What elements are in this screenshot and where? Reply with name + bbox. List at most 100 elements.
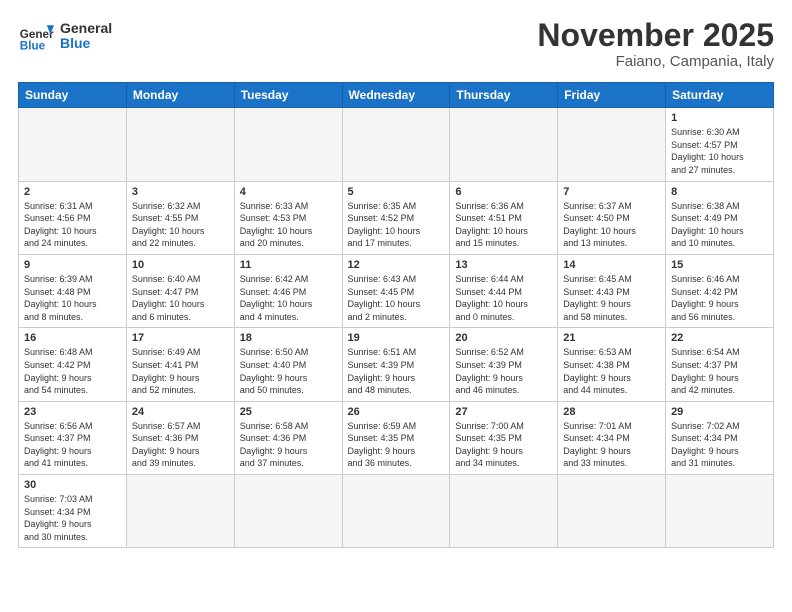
day-number: 7 [563,186,660,198]
weekday-header-tuesday: Tuesday [234,83,342,108]
calendar-cell [342,475,450,548]
day-info: Sunrise: 6:51 AM Sunset: 4:39 PM Dayligh… [348,346,445,396]
day-number: 19 [348,332,445,344]
day-info: Sunrise: 7:02 AM Sunset: 4:34 PM Dayligh… [671,420,768,470]
logo-blue: Blue [60,36,112,51]
day-number: 14 [563,259,660,271]
day-info: Sunrise: 6:58 AM Sunset: 4:36 PM Dayligh… [240,420,337,470]
calendar-cell [558,475,666,548]
calendar-cell: 14Sunrise: 6:45 AM Sunset: 4:43 PM Dayli… [558,254,666,327]
calendar-cell: 10 Sunrise: 6:40 AM Sunset: 4:47 PM Dayli… [126,254,234,327]
calendar-cell: 21 Sunrise: 6:53 AM Sunset: 4:38 PM Dayli… [558,328,666,401]
calendar-cell: 13Sunrise: 6:44 AM Sunset: 4:44 PM Dayli… [450,254,558,327]
calendar-week-row: 16Sunrise: 6:48 AM Sunset: 4:42 PM Dayli… [19,328,774,401]
month-title: November 2025 [537,18,774,53]
day-number: 6 [455,186,552,198]
calendar-cell [126,475,234,548]
location-title: Faiano, Campania, Italy [537,53,774,70]
day-info: Sunrise: 6:49 AM Sunset: 4:41 PM Dayligh… [132,346,229,396]
calendar-cell: 30Sunrise: 7:03 AM Sunset: 4:34 PM Dayli… [19,475,127,548]
calendar-cell: 6 Sunrise: 6:36 AM Sunset: 4:51 PM Daylig… [450,181,558,254]
calendar-week-row: 23 Sunrise: 6:56 AM Sunset: 4:37 PM Dayli… [19,401,774,474]
calendar-cell: 28 Sunrise: 7:01 AM Sunset: 4:34 PM Dayli… [558,401,666,474]
weekday-header-row: SundayMondayTuesdayWednesdayThursdayFrid… [19,83,774,108]
calendar-cell: 20Sunrise: 6:52 AM Sunset: 4:39 PM Dayli… [450,328,558,401]
day-info: Sunrise: 6:32 AM Sunset: 4:55 PM Dayligh… [132,200,229,250]
svg-text:Blue: Blue [20,40,46,53]
day-info: Sunrise: 6:36 AM Sunset: 4:51 PM Dayligh… [455,200,552,250]
calendar-cell [450,108,558,181]
calendar-cell [666,475,774,548]
day-number: 21 [563,332,660,344]
weekday-header-sunday: Sunday [19,83,127,108]
day-info: Sunrise: 6:37 AM Sunset: 4:50 PM Dayligh… [563,200,660,250]
calendar-cell: 1 Sunrise: 6:30 AM Sunset: 4:57 PM Daylig… [666,108,774,181]
day-number: 29 [671,406,768,418]
day-info: Sunrise: 7:01 AM Sunset: 4:34 PM Dayligh… [563,420,660,470]
weekday-header-wednesday: Wednesday [342,83,450,108]
day-info: Sunrise: 6:48 AM Sunset: 4:42 PM Dayligh… [24,346,121,396]
day-number: 28 [563,406,660,418]
day-number: 1 [671,112,768,124]
logo-general: General [60,21,112,36]
calendar-cell: 19 Sunrise: 6:51 AM Sunset: 4:39 PM Dayli… [342,328,450,401]
day-number: 27 [455,406,552,418]
calendar-cell: 11 Sunrise: 6:42 AM Sunset: 4:46 PM Dayli… [234,254,342,327]
day-info: Sunrise: 6:50 AM Sunset: 4:40 PM Dayligh… [240,346,337,396]
day-number: 30 [24,479,121,491]
calendar-cell: 17 Sunrise: 6:49 AM Sunset: 4:41 PM Dayli… [126,328,234,401]
calendar-cell: 26 Sunrise: 6:59 AM Sunset: 4:35 PM Dayli… [342,401,450,474]
calendar-cell [342,108,450,181]
day-number: 18 [240,332,337,344]
day-number: 3 [132,186,229,198]
day-number: 12 [348,259,445,271]
day-number: 10 [132,259,229,271]
day-number: 5 [348,186,445,198]
calendar-cell: 4Sunrise: 6:33 AM Sunset: 4:53 PM Daylig… [234,181,342,254]
calendar-cell: 27 Sunrise: 7:00 AM Sunset: 4:35 PM Dayli… [450,401,558,474]
weekday-header-thursday: Thursday [450,83,558,108]
day-info: Sunrise: 7:00 AM Sunset: 4:35 PM Dayligh… [455,420,552,470]
calendar-cell: 18 Sunrise: 6:50 AM Sunset: 4:40 PM Dayli… [234,328,342,401]
day-number: 13 [455,259,552,271]
day-number: 11 [240,259,337,271]
logo-icon: General Blue [18,18,54,54]
day-info: Sunrise: 6:46 AM Sunset: 4:42 PM Dayligh… [671,273,768,323]
day-number: 2 [24,186,121,198]
day-info: Sunrise: 6:35 AM Sunset: 4:52 PM Dayligh… [348,200,445,250]
calendar-cell [450,475,558,548]
calendar-week-row: 30Sunrise: 7:03 AM Sunset: 4:34 PM Dayli… [19,475,774,548]
day-number: 9 [24,259,121,271]
calendar-cell: 9 Sunrise: 6:39 AM Sunset: 4:48 PM Daylig… [19,254,127,327]
calendar-cell: 25 Sunrise: 6:58 AM Sunset: 4:36 PM Dayli… [234,401,342,474]
calendar-week-row: 9 Sunrise: 6:39 AM Sunset: 4:48 PM Daylig… [19,254,774,327]
day-info: Sunrise: 6:54 AM Sunset: 4:37 PM Dayligh… [671,346,768,396]
day-number: 22 [671,332,768,344]
day-info: Sunrise: 6:56 AM Sunset: 4:37 PM Dayligh… [24,420,121,470]
calendar-week-row: 1 Sunrise: 6:30 AM Sunset: 4:57 PM Daylig… [19,108,774,181]
calendar-cell [558,108,666,181]
day-info: Sunrise: 6:40 AM Sunset: 4:47 PM Dayligh… [132,273,229,323]
page-header: General Blue General Blue November 2025 … [18,18,774,70]
day-info: Sunrise: 6:30 AM Sunset: 4:57 PM Dayligh… [671,126,768,176]
day-info: Sunrise: 6:59 AM Sunset: 4:35 PM Dayligh… [348,420,445,470]
weekday-header-monday: Monday [126,83,234,108]
day-number: 8 [671,186,768,198]
calendar-cell: 3 Sunrise: 6:32 AM Sunset: 4:55 PM Daylig… [126,181,234,254]
calendar-cell: 2 Sunrise: 6:31 AM Sunset: 4:56 PM Daylig… [19,181,127,254]
calendar-cell [234,475,342,548]
calendar-cell: 15Sunrise: 6:46 AM Sunset: 4:42 PM Dayli… [666,254,774,327]
calendar-week-row: 2 Sunrise: 6:31 AM Sunset: 4:56 PM Daylig… [19,181,774,254]
day-info: Sunrise: 6:42 AM Sunset: 4:46 PM Dayligh… [240,273,337,323]
day-number: 26 [348,406,445,418]
day-info: Sunrise: 6:53 AM Sunset: 4:38 PM Dayligh… [563,346,660,396]
day-number: 23 [24,406,121,418]
day-info: Sunrise: 6:31 AM Sunset: 4:56 PM Dayligh… [24,200,121,250]
calendar-cell: 22 Sunrise: 6:54 AM Sunset: 4:37 PM Dayli… [666,328,774,401]
calendar-cell [19,108,127,181]
day-info: Sunrise: 6:39 AM Sunset: 4:48 PM Dayligh… [24,273,121,323]
day-number: 17 [132,332,229,344]
day-number: 25 [240,406,337,418]
day-info: Sunrise: 6:38 AM Sunset: 4:49 PM Dayligh… [671,200,768,250]
day-info: Sunrise: 6:52 AM Sunset: 4:39 PM Dayligh… [455,346,552,396]
